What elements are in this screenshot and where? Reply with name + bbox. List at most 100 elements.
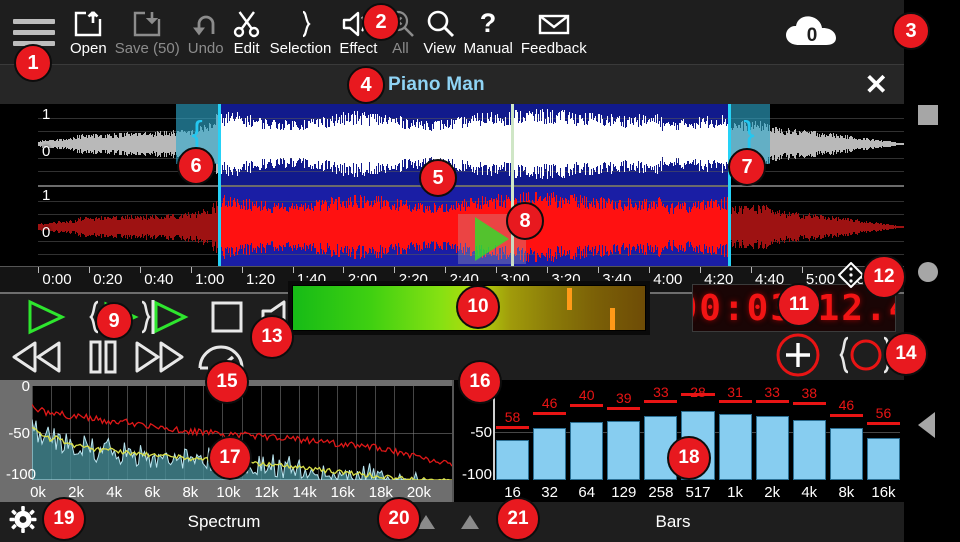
play-button[interactable] <box>14 298 76 340</box>
right-panel-selector-label[interactable]: Bars <box>656 512 691 532</box>
spectrum-x-tick-label: 8k <box>182 484 198 501</box>
spectrum-x-tick-label: 6k <box>144 484 160 501</box>
bars-peak-cap <box>570 404 603 407</box>
toolbar-button-undo[interactable]: Undo <box>184 0 228 64</box>
bars-peak-cap <box>607 407 640 410</box>
bars-bar <box>607 421 640 480</box>
bars-peak-cap <box>644 400 677 403</box>
annotation-badge-19: 19 <box>42 497 86 541</box>
toolbar-button-label: Edit <box>234 41 260 57</box>
annotation-badge-15: 15 <box>205 360 249 404</box>
bars-bar <box>496 440 529 480</box>
selection-start-marker[interactable] <box>218 104 221 266</box>
annotation-badge-4: 4 <box>347 66 385 104</box>
pause-icon <box>83 337 123 382</box>
timeline-tick <box>293 267 294 273</box>
annotation-badge-18: 18 <box>667 436 711 480</box>
toolbar-button-save-50[interactable]: Save (50) <box>111 0 184 64</box>
selection-end-marker[interactable] <box>728 104 731 266</box>
play-left-triangle-icon[interactable] <box>918 412 935 438</box>
annotation-badge-9: 9 <box>95 302 133 340</box>
fast-forward-icon <box>131 337 187 382</box>
left-panel-selector-label[interactable]: Spectrum <box>188 512 261 532</box>
spectrum-x-tick-label: 20k <box>407 484 431 501</box>
timeline-tick-label: 1:00 <box>195 271 224 288</box>
toolbar-button-label: Open <box>70 41 107 57</box>
wave-label-bot-0: 0 <box>42 224 50 241</box>
bars-x-tick-label: 64 <box>578 484 595 501</box>
toolbar-button-label: All <box>392 41 409 57</box>
drag-diamond-icon[interactable] <box>838 262 864 288</box>
annotation-badge-14: 14 <box>884 332 928 376</box>
question-mark-icon: ? <box>475 8 501 40</box>
toolbar-button-label: Undo <box>188 41 224 57</box>
annotation-badge-11: 11 <box>777 283 821 327</box>
timeline-tick-label: 0:20 <box>93 271 122 288</box>
wave-label-top-1: 1 <box>42 106 50 123</box>
fast-forward-button[interactable] <box>128 338 190 380</box>
selection-handle-glyph: { <box>191 117 202 151</box>
page-title: Piano Man <box>388 74 485 96</box>
record-append-button[interactable] <box>766 332 830 382</box>
rewind-button[interactable] <box>6 338 68 380</box>
cloud-icon: 0 <box>784 14 838 50</box>
rewind-icon <box>9 337 65 382</box>
spectrum-x-tick-label: 14k <box>293 484 317 501</box>
toolbar-button-feedback[interactable]: Feedback <box>517 0 591 64</box>
bars-x-tick-label: 16k <box>871 484 895 501</box>
cloud-count: 0 <box>807 25 818 46</box>
bars-bar <box>830 428 863 480</box>
timeline-tick <box>394 267 395 273</box>
spectrum-x-tick-label: 12k <box>254 484 278 501</box>
wave-label-bot-1: 1 <box>42 187 50 204</box>
bars-x-tick-label: 258 <box>648 484 673 501</box>
annotation-badge-10: 10 <box>456 285 500 329</box>
bars-x-tick-label: 1k <box>727 484 743 501</box>
timeline-tick <box>649 267 650 273</box>
bars-x-tick-label: 8k <box>838 484 854 501</box>
toolbar-button-selection[interactable]: Selection <box>266 0 336 64</box>
bars-peak-cap <box>793 402 826 405</box>
timeline-tick <box>496 267 497 273</box>
timeline-tick <box>89 267 90 273</box>
bars-peak-value-label: 40 <box>579 387 595 403</box>
undo-arrow-icon <box>191 8 221 40</box>
annotation-badge-21: 21 <box>496 497 540 541</box>
bars-bar <box>793 420 826 480</box>
toolbar-button-edit[interactable]: Edit <box>228 0 266 64</box>
play-from-cursor-button[interactable] <box>136 298 198 340</box>
annotation-badge-16: 16 <box>458 360 502 404</box>
toolbar-button-manual[interactable]: ?Manual <box>460 0 517 64</box>
waveform-channel-left <box>38 104 904 185</box>
bars-peak-value-label: 31 <box>727 384 743 400</box>
play-icon <box>22 298 68 341</box>
timeline-tick <box>802 267 803 273</box>
bars-x-tick-label: 517 <box>685 484 710 501</box>
bars-peak-cap <box>719 400 752 403</box>
pause-button[interactable] <box>72 338 134 380</box>
bars-peak-value-label: 46 <box>839 397 855 413</box>
bars-y-tick-label: -100 <box>454 466 492 483</box>
bars-x-tick-label: 32 <box>541 484 558 501</box>
cloud-sync-button[interactable]: 0 <box>774 0 848 64</box>
bars-peak-cap <box>496 426 529 429</box>
open-file-icon <box>73 8 103 40</box>
right-panel-expand-icon[interactable] <box>461 515 479 529</box>
timeline-tick <box>242 267 243 273</box>
stop-square-icon[interactable] <box>918 105 938 125</box>
spectrum-y-tick-label: 0 <box>0 378 30 395</box>
analyser-right-filler <box>904 380 960 502</box>
bars-peak-value-label: 38 <box>801 385 817 401</box>
toolbar-button-open[interactable]: Open <box>66 0 111 64</box>
bottombar-right-filler <box>904 502 960 542</box>
gear-icon[interactable] <box>8 505 38 540</box>
record-circle-icon[interactable] <box>918 262 938 282</box>
close-icon[interactable]: ✕ <box>865 71 888 99</box>
bars-bar <box>756 416 789 480</box>
timeline-tick <box>598 267 599 273</box>
annotation-badge-20: 20 <box>377 497 421 541</box>
magnifier-icon <box>425 8 455 40</box>
spectrum-x-tick-label: 10k <box>216 484 240 501</box>
envelope-icon <box>538 8 570 40</box>
toolbar-button-view[interactable]: View <box>419 0 459 64</box>
